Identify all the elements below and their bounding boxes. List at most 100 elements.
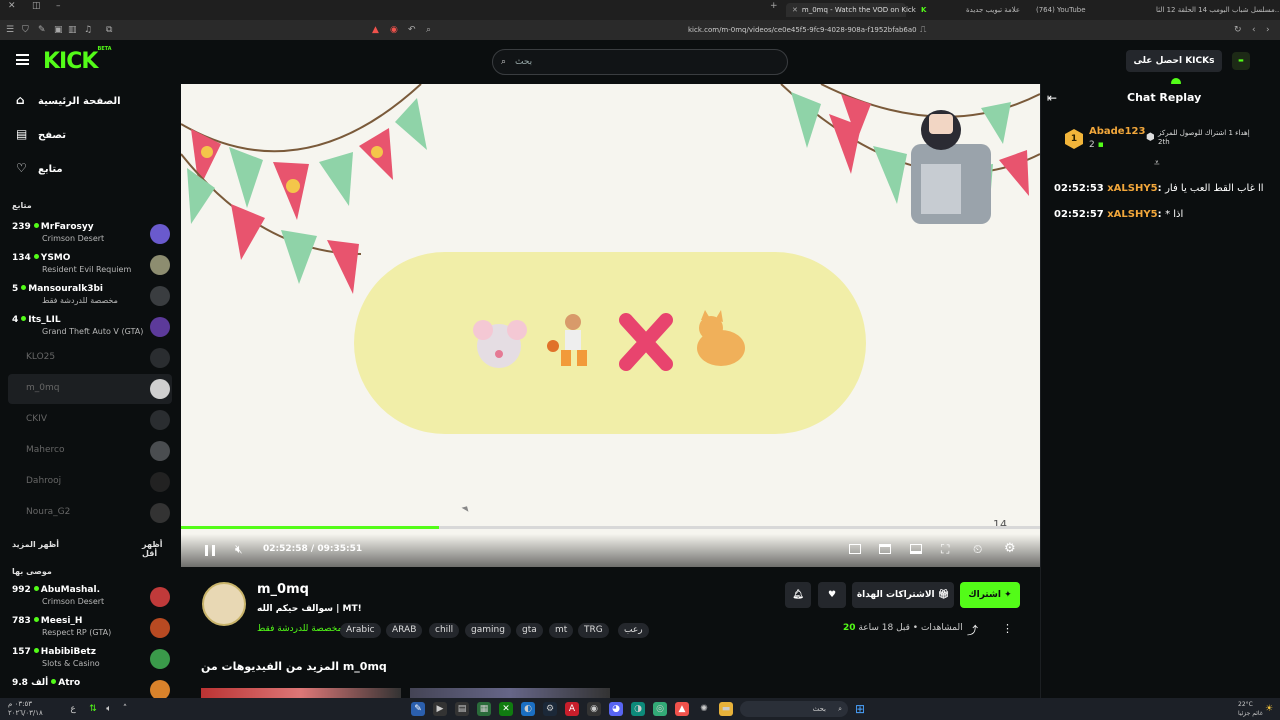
- channel-row[interactable]: KLO25: [8, 343, 172, 373]
- pinned-username[interactable]: Abade123: [1089, 126, 1145, 137]
- start-windows-icon[interactable]: ⊞: [853, 702, 867, 716]
- channel-row[interactable]: 157 HabibiBetz Slots & Casino: [8, 644, 172, 674]
- sidebar-item-browse[interactable]: ▤ تصفح: [16, 123, 66, 145]
- sidebar-icon[interactable]: ▥: [68, 20, 77, 40]
- forward-arrow-icon[interactable]: ›: [1266, 20, 1270, 40]
- channel-row[interactable]: m_0mq: [8, 374, 172, 404]
- theater-mode-icon[interactable]: [910, 544, 922, 554]
- taskbar-search[interactable]: بحث ⌕: [740, 701, 848, 717]
- gift-subs-button[interactable]: الاشتراكات الهداة 🎁︎: [852, 582, 954, 608]
- channel-row[interactable]: 5 Mansouralk3bi مخصصة للدردشة فقط: [8, 281, 172, 311]
- network-icon[interactable]: ⇅: [86, 702, 100, 716]
- app-edge2-icon[interactable]: ◑: [631, 702, 645, 716]
- tray-chevron-icon[interactable]: ˄: [118, 702, 132, 716]
- app-calc-icon[interactable]: ▦: [477, 702, 491, 716]
- chat-username[interactable]: xALSHY5: [1107, 209, 1157, 220]
- channel-name[interactable]: m_0mq: [257, 582, 309, 597]
- user-avatar[interactable]: ▬: [1232, 52, 1250, 70]
- chat-username[interactable]: xALSHY5: [1107, 183, 1157, 194]
- app-folder-icon[interactable]: ▬: [719, 702, 733, 716]
- shields-icon[interactable]: ◉: [390, 20, 398, 40]
- bookmark-icon[interactable]: ⎍: [920, 20, 926, 40]
- get-kicks-button[interactable]: احصل على KICKs: [1126, 50, 1222, 88]
- music-icon[interactable]: ♫: [84, 20, 92, 40]
- channel-row[interactable]: 783 Meesi_H Respect RP (GTA): [8, 613, 172, 643]
- tab-new[interactable]: علامة تبويب جديدة: [960, 3, 1026, 17]
- subscribe-button[interactable]: اشتراك ✦: [960, 582, 1020, 608]
- channel-row[interactable]: Dahrooj: [8, 467, 172, 497]
- new-tab-icon[interactable]: +: [770, 0, 778, 16]
- clip-icon[interactable]: [879, 544, 891, 554]
- screenshot-icon[interactable]: ⧉: [106, 20, 112, 40]
- channel-row[interactable]: 134 YSMO Resident Evil Requiem: [8, 250, 172, 280]
- channel-row[interactable]: Maherco: [8, 436, 172, 466]
- fullscreen-icon[interactable]: ⛶: [941, 542, 949, 557]
- tab-youtube[interactable]: (764) YouTube: [1030, 3, 1092, 17]
- tabs-icon[interactable]: ▣: [54, 20, 63, 40]
- close-window-icon[interactable]: ✕: [8, 0, 16, 16]
- tag-chip[interactable]: ARAB: [386, 623, 423, 638]
- app-terminal-icon[interactable]: ▤: [455, 702, 469, 716]
- show-less-link[interactable]: أظهر أقل: [142, 540, 180, 558]
- collapse-chat-icon[interactable]: ⇤: [1047, 91, 1057, 105]
- tab-kick[interactable]: ✕ m_0mq - Watch the VOD on Kick K: [786, 3, 926, 17]
- tab-close-icon[interactable]: ✕: [792, 6, 798, 14]
- clock[interactable]: ٠٣:٥٣ م ٢٠٢٦/٠٣/١٨: [8, 700, 43, 718]
- app-acrobat-icon[interactable]: A: [565, 702, 579, 716]
- channel-row[interactable]: 4 Its_LIL Grand Theft Auto V (GTA): [8, 312, 172, 342]
- app-edge-icon[interactable]: ◐: [521, 702, 535, 716]
- tag-chip[interactable]: Arabic: [340, 623, 381, 638]
- expand-chevron-icon[interactable]: ⩡: [1154, 158, 1160, 169]
- video-player[interactable]: 14: [181, 84, 1040, 567]
- back-icon[interactable]: ↶: [408, 20, 416, 40]
- minus-icon[interactable]: –: [56, 0, 61, 16]
- follow-heart-button[interactable]: ♥: [818, 582, 846, 608]
- app-brave-icon[interactable]: ▲: [675, 702, 689, 716]
- mute-icon[interactable]: 🔇︎: [235, 542, 243, 557]
- channel-row[interactable]: 992 AbuMashal. Crimson Desert: [8, 582, 172, 612]
- tag-chip[interactable]: chill: [429, 623, 460, 638]
- brave-icon[interactable]: ▲: [372, 20, 379, 40]
- pip-icon[interactable]: [849, 544, 861, 554]
- playback-speed-icon[interactable]: ⏲: [973, 542, 982, 557]
- app-discord-icon[interactable]: ◕: [609, 702, 623, 716]
- category-link[interactable]: مخصصة للدردشة فقط: [257, 624, 342, 634]
- channel-row[interactable]: CKIV: [8, 405, 172, 435]
- language-icon[interactable]: ع: [66, 702, 80, 716]
- app-github-icon[interactable]: ◉: [587, 702, 601, 716]
- app-xbox-icon[interactable]: ✕: [499, 702, 513, 716]
- hamburger-menu-icon[interactable]: [16, 54, 29, 65]
- weather-widget[interactable]: 22°C غائم جزئيا: [1238, 700, 1263, 718]
- tag-chip[interactable]: mt: [549, 623, 574, 638]
- extension-icon[interactable]: ✎: [38, 20, 46, 40]
- workspace-icon[interactable]: ◫: [32, 0, 41, 16]
- back-arrow-icon[interactable]: ‹: [1252, 20, 1256, 40]
- app-steam-icon[interactable]: ⚙: [543, 702, 557, 716]
- menu-icon[interactable]: ☰: [6, 20, 14, 40]
- app-settings-icon[interactable]: ✺: [697, 702, 711, 716]
- video-thumbnail[interactable]: [410, 688, 610, 698]
- tag-chip[interactable]: رعب: [618, 623, 649, 638]
- tag-chip[interactable]: gaming: [465, 623, 511, 638]
- app-pen-icon[interactable]: ✎: [411, 702, 425, 716]
- notification-bell-button[interactable]: 🔔︎: [785, 582, 811, 608]
- show-more-link[interactable]: أظهر المزيد: [12, 540, 59, 549]
- volume-icon[interactable]: 🔈︎: [102, 702, 116, 716]
- pause-icon[interactable]: [205, 545, 215, 556]
- tag-chip[interactable]: gta: [516, 623, 543, 638]
- tag-chip[interactable]: TRG: [578, 623, 609, 638]
- search-input[interactable]: ⌕ بحث: [492, 49, 788, 75]
- kick-logo[interactable]: KICKBETA: [43, 46, 112, 74]
- video-thumbnail[interactable]: [201, 688, 401, 698]
- sidebar-item-home[interactable]: ⌂ الصفحة الرئيسية: [16, 89, 121, 111]
- app-chrome-icon[interactable]: ◎: [653, 702, 667, 716]
- channel-avatar[interactable]: [202, 582, 246, 626]
- tab-series[interactable]: مسلسل شباب البومب 14 الحلقة 12 الثا...: [1150, 3, 1280, 17]
- channel-row[interactable]: Noura_G2: [8, 498, 172, 528]
- share-icon[interactable]: ⤴: [967, 622, 978, 638]
- sidebar-item-following[interactable]: ♡ متابع: [16, 157, 63, 179]
- more-options-icon[interactable]: ⋮: [1002, 622, 1013, 635]
- reload-icon[interactable]: ↻: [1234, 20, 1242, 40]
- url-text[interactable]: kick.com/m-0mq/videos/ce0e45f5-9fc9-4028…: [688, 20, 917, 40]
- app-media-icon[interactable]: ▶: [433, 702, 447, 716]
